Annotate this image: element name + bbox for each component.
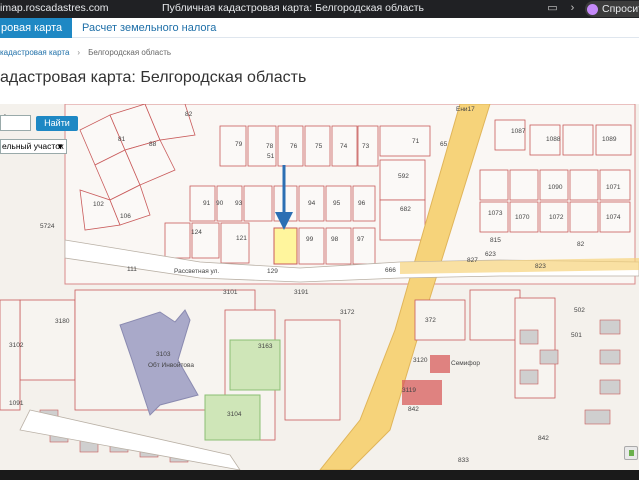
search-button[interactable]: Найти — [36, 116, 78, 131]
page-title: адастровая карта: Белгородская область — [0, 69, 307, 86]
map-canvas[interactable]: 6818882797876757473517165108710881089919… — [0, 104, 639, 470]
map-label: 106 — [120, 213, 131, 220]
map-label: 842 — [538, 435, 549, 442]
map-label: 79 — [235, 141, 243, 148]
map-label: 81 — [118, 136, 126, 143]
browser-bar: imap.roscadastres.com Публичная кадастро… — [0, 0, 639, 18]
breadcrumb-link[interactable]: кадастровая карта — [0, 48, 69, 57]
building-red-2 — [430, 355, 450, 373]
map-label: 97 — [357, 236, 365, 243]
map-label: Обт Инвойтова — [148, 361, 194, 369]
site-navbar: ровая карта Расчет земельного налога — [0, 18, 639, 38]
map-label: 71 — [412, 138, 420, 145]
map-label: 121 — [236, 235, 247, 242]
nav-tab-land-tax[interactable]: Расчет земельного налога — [82, 18, 216, 38]
map-label: 3120 — [413, 357, 428, 364]
object-type-value: ельный участок — [2, 141, 64, 151]
map-label: 823 — [535, 263, 546, 270]
map-label: 1087 — [511, 128, 526, 135]
park-area-1 — [229, 339, 281, 391]
breadcrumb-current: Белгородская область — [88, 48, 172, 57]
map-label: 842 — [408, 406, 419, 413]
map-label: 102 — [93, 201, 104, 208]
map-label: 682 — [400, 206, 411, 213]
map-label: 592 — [398, 173, 409, 180]
map-label: 502 — [574, 307, 585, 314]
map-label: 3180 — [55, 318, 70, 325]
map-label: 95 — [333, 200, 341, 207]
profile-label: Спросить — [602, 3, 639, 15]
map-label: 78 — [266, 143, 274, 150]
map-label: 90 — [216, 200, 224, 207]
map-label: 99 — [306, 236, 314, 243]
map-label: 65 — [440, 141, 448, 148]
tab-title: Публичная кадастровая карта: Белгородска… — [162, 2, 424, 14]
map-label: 5724 — [40, 223, 55, 230]
map-label: 1089 — [602, 136, 617, 143]
profile-button[interactable]: Спросить — [585, 1, 639, 17]
map-label: 3163 — [258, 343, 273, 350]
map-label: 129 — [267, 268, 278, 275]
map-label: 124 — [191, 229, 202, 236]
breadcrumb-separator: › — [77, 48, 81, 57]
map-label: 3101 — [223, 289, 238, 296]
map-label: 815 — [490, 237, 501, 244]
map-label: 1091 — [9, 400, 24, 407]
selected-parcel — [273, 227, 298, 265]
map-label: 1072 — [549, 214, 564, 221]
map-label: 88 — [149, 141, 157, 148]
screen-share-icon[interactable]: ▭ — [546, 2, 559, 15]
map-label: 1070 — [515, 214, 530, 221]
object-type-select[interactable]: ельный участок ▼ — [0, 139, 67, 154]
taskbar — [0, 470, 639, 480]
map-label: 501 — [571, 332, 582, 339]
map-label: 3191 — [294, 289, 309, 296]
map-label: 74 — [340, 143, 348, 150]
map-label: 3102 — [9, 342, 24, 349]
map-label: 91 — [203, 200, 211, 207]
map-label: 3103 — [156, 351, 171, 358]
chevron-down-icon: ▼ — [56, 142, 64, 151]
breadcrumb: кадастровая карта › Белгородская область — [0, 48, 171, 57]
profile-avatar-icon — [587, 3, 598, 15]
map-label: 51 — [267, 153, 275, 160]
map-label: 827 — [467, 257, 478, 264]
cadastral-search-input[interactable] — [0, 115, 31, 131]
chevron-right-icon[interactable]: › — [566, 2, 579, 15]
map-label: 75 — [315, 143, 323, 150]
map-layer-icon[interactable] — [624, 446, 638, 460]
map-label: 111 — [127, 266, 137, 273]
map-label: Ени17 — [456, 106, 475, 113]
map-label: 94 — [308, 200, 316, 207]
map-label: 3104 — [227, 411, 242, 418]
map-label: 93 — [235, 200, 243, 207]
map-label: Семифор — [451, 360, 480, 367]
url-bar[interactable]: imap.roscadastres.com — [0, 2, 109, 14]
map-label: 833 — [458, 457, 469, 464]
map-label: 1071 — [606, 184, 621, 191]
map-label: Рассветная ул. — [174, 268, 219, 275]
nav-tab-cadastral-map[interactable]: ровая карта — [0, 18, 72, 38]
map-label: 666 — [385, 267, 396, 274]
map-label: 3119 — [402, 387, 416, 394]
map-label: 3172 — [340, 309, 355, 316]
map-label: 82 — [577, 241, 585, 248]
map-label: 1090 — [548, 184, 563, 191]
map-label: 73 — [362, 143, 370, 150]
map-label: 1088 — [546, 136, 561, 143]
map-label: 1074 — [606, 214, 621, 221]
map-label: 82 — [185, 111, 193, 118]
map-label: 623 — [485, 251, 496, 258]
map-label: 98 — [331, 236, 339, 243]
cadastral-map[interactable]: 6818882797876757473517165108710881089919… — [0, 104, 639, 470]
map-label: 76 — [290, 143, 298, 150]
map-label: 96 — [358, 200, 366, 207]
map-label: 1073 — [488, 210, 503, 217]
map-label: 372 — [425, 317, 436, 324]
